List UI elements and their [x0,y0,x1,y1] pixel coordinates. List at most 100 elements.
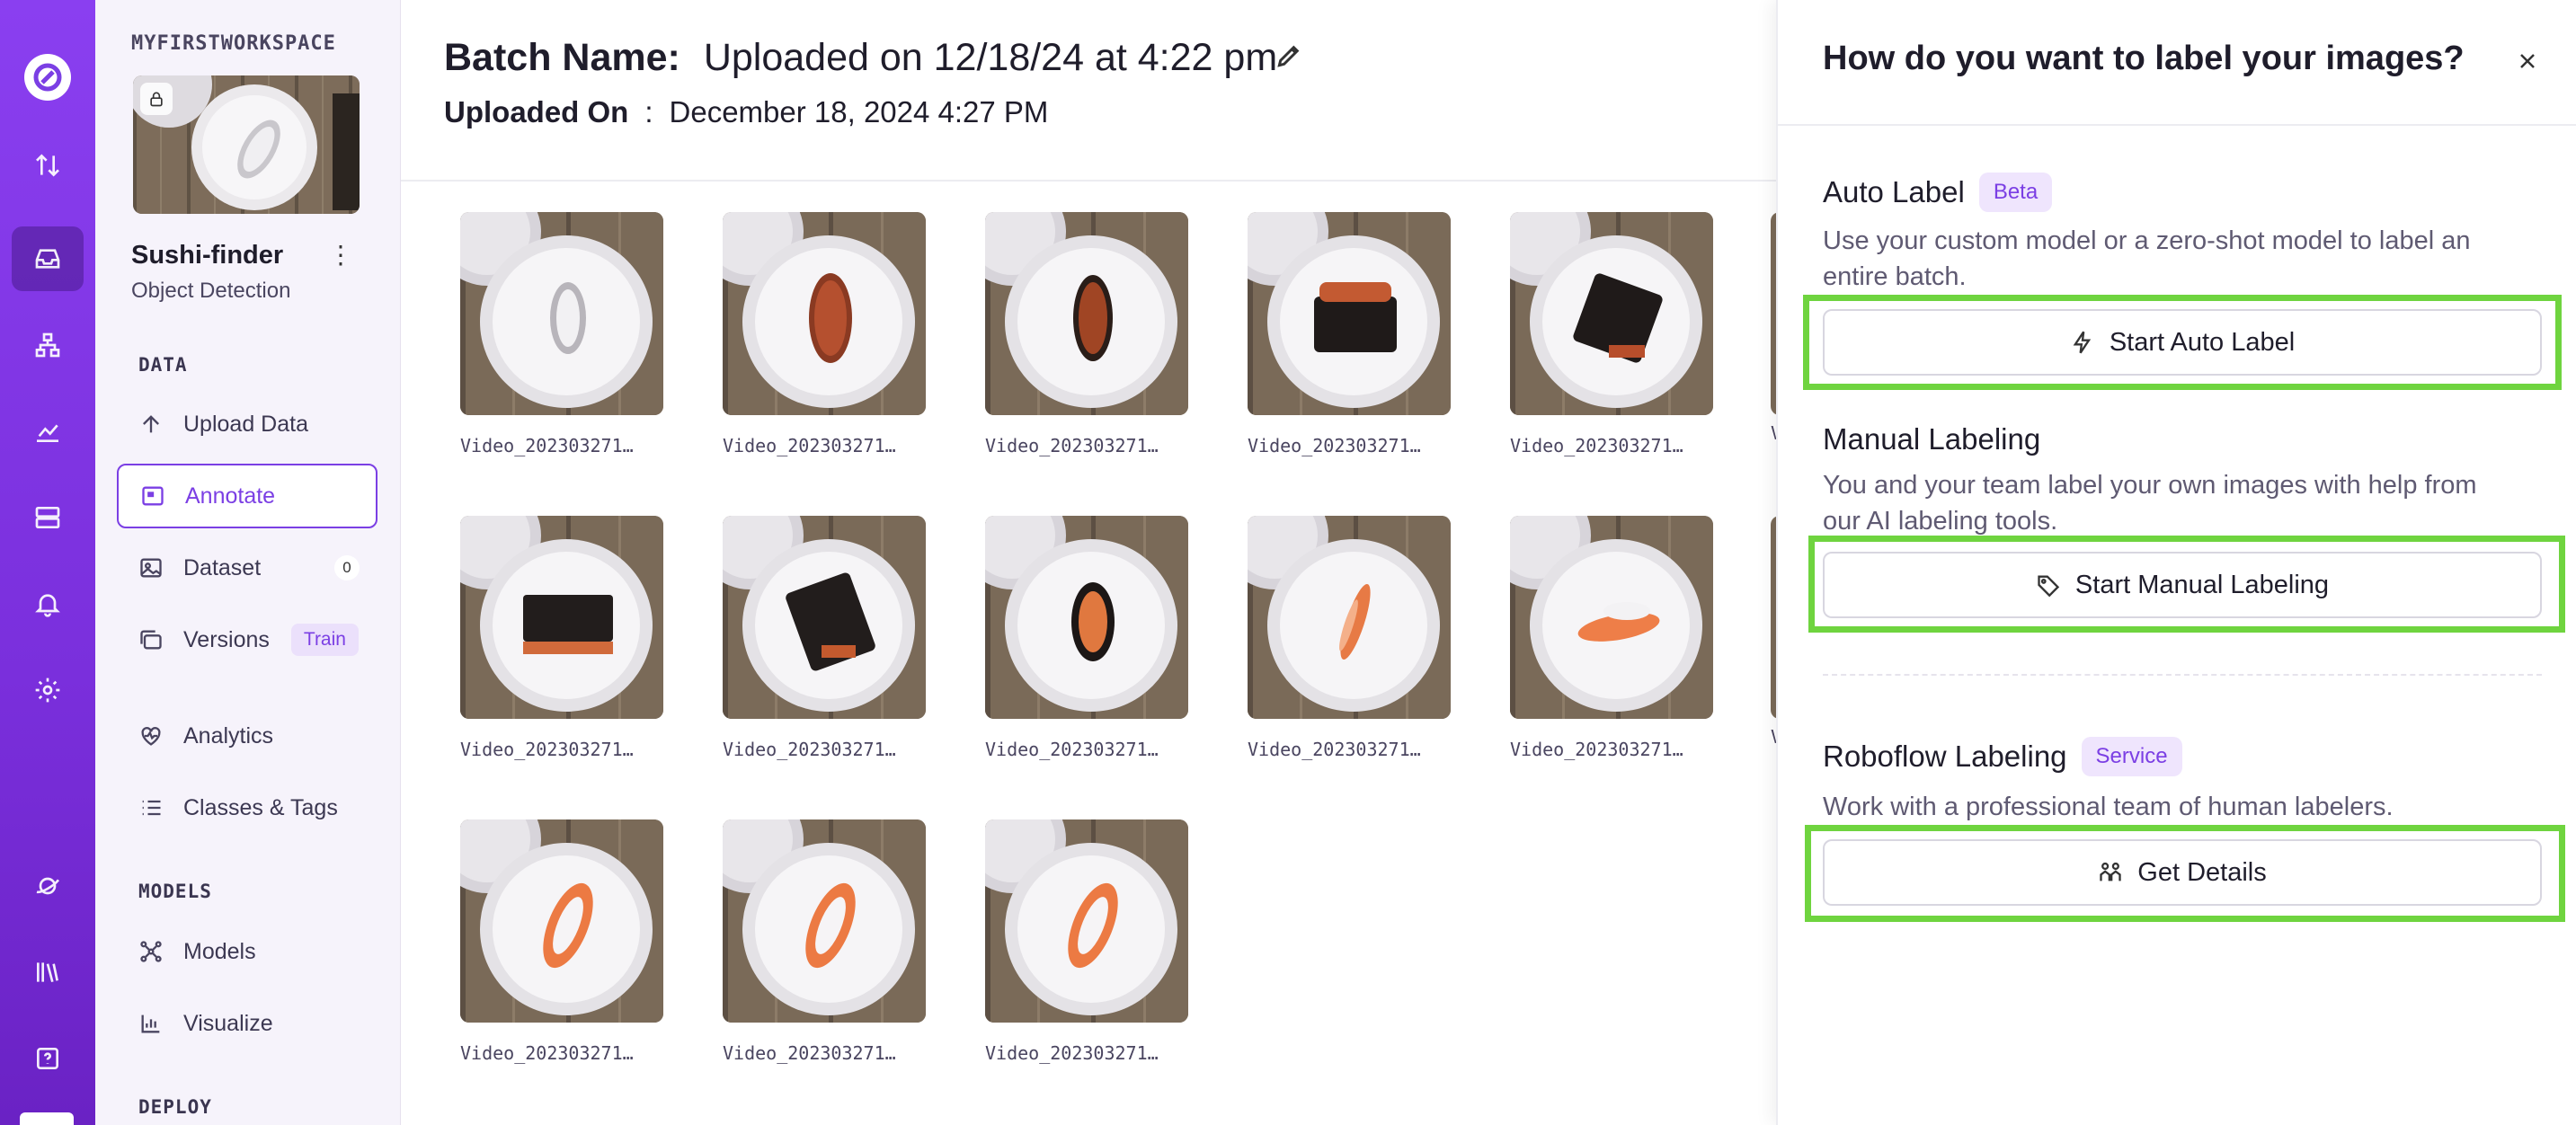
train-badge[interactable]: Train [290,624,359,656]
roboflow-logo-icon[interactable] [24,54,71,101]
nav-versions[interactable]: Versions Train [117,607,378,672]
label-options-panel: How do you want to label your images? Au… [1776,0,2576,1125]
manual-labeling-description: You and your team label your own images … [1823,471,2477,536]
batch-name-label: Batch Name: [444,36,680,79]
uploaded-on-value: December 18, 2024 4:27 PM [669,95,1049,128]
image-thumbnail[interactable] [460,212,663,415]
image-tile[interactable]: Video_202303271… [1248,516,1451,760]
upload-arrow-icon [143,415,159,433]
image-thumbnail[interactable] [460,819,663,1023]
chart-icon[interactable] [12,399,84,464]
project-type: Object Detection [131,279,291,303]
image-thumbnail[interactable] [985,819,1188,1023]
main-content: Batch Name: Uploaded on 12/18/24 at 4:22… [401,0,1776,1125]
get-details-label: Get Details [2137,857,2267,887]
tag-icon [2038,575,2060,598]
uploaded-on: Uploaded On: December 18, 2024 4:27 PM [444,95,1048,129]
nav-analytics[interactable]: Analytics [117,704,378,768]
workflow-icon[interactable] [12,313,84,377]
nav-annotate-label: Annotate [185,483,276,509]
more-options-icon[interactable]: ⋮ [327,239,354,270]
start-auto-label-button[interactable]: Start Auto Label [1823,309,2542,376]
dataset-count-badge: 0 [334,555,360,580]
bar-chart-icon [141,1014,160,1033]
image-thumbnail[interactable] [985,212,1188,415]
manual-labeling-title: Manual Labeling [1823,422,2041,456]
sort-arrows-icon[interactable] [12,133,84,198]
uploaded-on-label: Uploaded On [444,95,629,128]
image-tile[interactable]: Video_202303271… [723,516,926,760]
inbox-icon[interactable] [12,226,84,291]
image-filename: Video_202303271… [460,435,634,456]
image-thumbnail[interactable] [1248,212,1451,415]
nav-dataset[interactable]: Dataset 0 [117,536,378,600]
section-separator [1823,674,2542,676]
lock-icon [140,83,173,115]
pencil-edit-icon[interactable] [1275,41,1307,74]
image-tile[interactable]: Video_202303271… [985,212,1188,456]
library-icon[interactable] [12,940,84,1005]
help-icon[interactable] [12,1026,84,1091]
image-filename: Video_202303271… [723,1042,896,1064]
image-thumbnail[interactable] [460,516,663,719]
image-filename: Video_202303271… [723,739,896,760]
image-thumbnail[interactable] [723,212,926,415]
workspace-name[interactable]: MYFIRSTWORKSPACE [131,32,336,55]
image-filename: Video_202303271… [723,435,896,456]
image-tile[interactable]: Video_202303271… [1248,212,1451,456]
nav-annotate[interactable]: Annotate [117,464,378,528]
image-tile[interactable]: Video_202303271… [460,212,663,456]
gear-icon[interactable] [12,658,84,722]
get-details-button[interactable]: Get Details [1823,839,2542,906]
heart-pulse-icon [141,727,161,746]
image-thumbnail[interactable] [723,516,926,719]
auto-label-description: Use your custom model or a zero-shot mod… [1823,226,2471,291]
image-tile[interactable]: Video_202303271… [460,819,663,1064]
nav-classes-tags[interactable]: Classes & Tags [117,775,378,840]
image-thumbnail[interactable] [1510,516,1713,719]
image-tile[interactable]: Video_202303271… [985,516,1188,760]
nav-upload-data[interactable]: Upload Data [117,392,378,456]
image-filename: Video_202303271… [1248,435,1421,456]
image-tile[interactable]: Video_202303271… [723,212,926,456]
project-name: Sushi-finder [131,241,284,270]
close-icon[interactable] [2509,43,2545,79]
nav-dataset-label: Dataset [183,554,262,580]
roboflow-labeling-heading: Roboflow Labeling Service [1823,737,2182,776]
image-thumbnail[interactable] [985,516,1188,719]
nav-models[interactable]: Models [117,919,378,984]
image-tile[interactable]: Video_202303271… [1510,516,1713,760]
nav-versions-label: Versions [183,626,270,652]
image-thumbnail[interactable] [1248,516,1451,719]
start-manual-labeling-button[interactable]: Start Manual Labeling [1823,552,2542,618]
section-deploy-label: DEPLOY [138,1096,212,1118]
image-tile[interactable]: Video_202303271… [460,516,663,760]
beta-badge: Beta [1978,173,2053,212]
image-tile[interactable]: Video_202303271… [1510,212,1713,456]
list-icon [142,800,161,816]
image-thumbnail[interactable] [723,819,926,1023]
image-thumbnail[interactable] [1510,212,1713,415]
nav-visualize[interactable]: Visualize [117,991,378,1056]
bell-icon[interactable] [12,571,84,636]
image-filename: Video_202303271… [460,739,634,760]
server-icon[interactable] [12,485,84,550]
annotate-icon [142,486,164,506]
side-nav: MYFIRSTWORKSPACE Sushi-finder ⋮ Object D [95,0,401,1125]
panel-title: How do you want to label your images? [1823,40,2465,77]
service-badge: Service [2081,737,2182,776]
batch-header: Batch Name: Uploaded on 12/18/24 at 4:22… [401,0,1776,182]
project-thumbnail[interactable] [133,75,360,214]
image-tile[interactable]: Video_202303271… [985,819,1188,1064]
auto-label-heading: Auto Label Beta [1823,173,2053,212]
batch-name: Batch Name: Uploaded on 12/18/24 at 4:22… [444,36,1277,80]
lightning-icon [2073,331,2091,354]
image-tile[interactable]: Video_202303271… [723,819,926,1064]
rail-avatar[interactable] [20,1112,74,1125]
section-models-label: MODELS [138,881,212,902]
planet-icon[interactable] [12,854,84,918]
roboflow-labeling-description: Work with a professional team of human l… [1823,793,2394,821]
nav-classes-label: Classes & Tags [183,794,338,820]
nav-upload-label: Upload Data [183,411,308,437]
image-filename: Video_202303271… [985,435,1159,456]
